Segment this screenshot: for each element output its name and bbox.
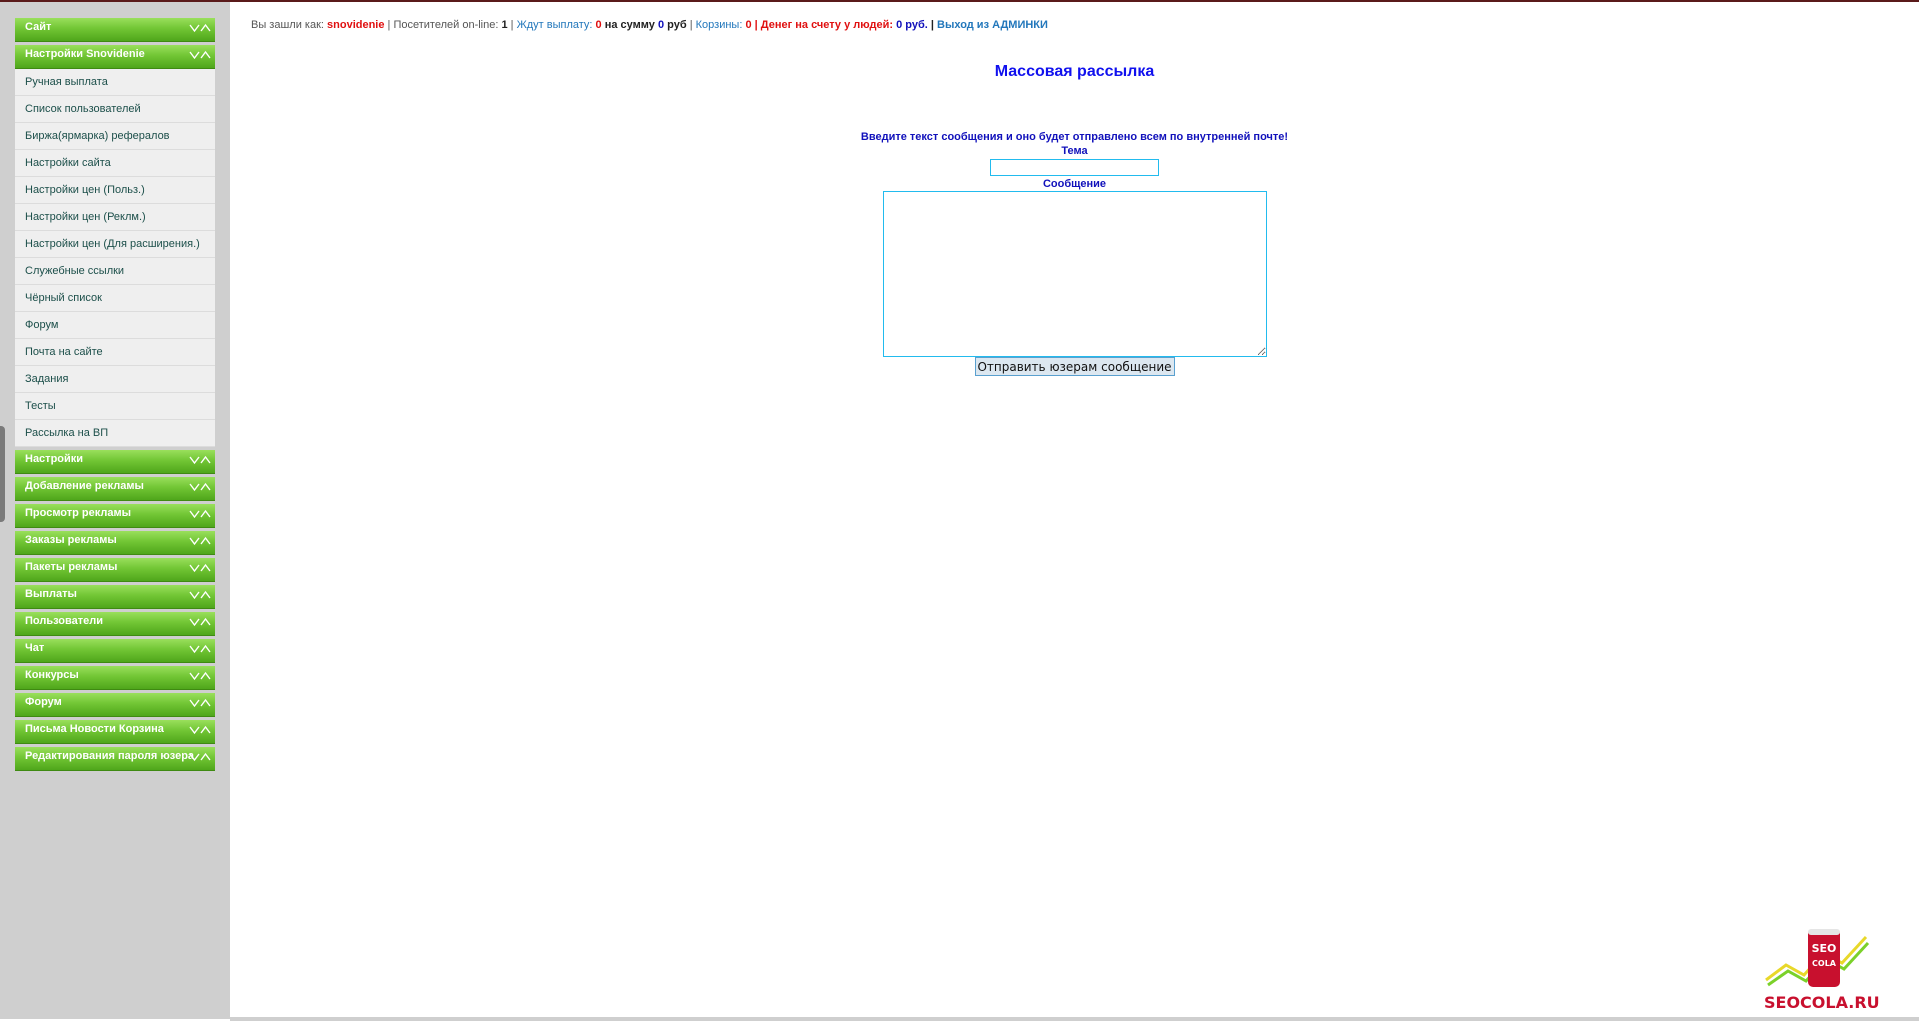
awaiting-payout-link[interactable]: Ждут выплату: xyxy=(517,19,593,31)
menu-item-forum[interactable]: Форум xyxy=(15,312,215,339)
sidebar-toggle-handle[interactable] xyxy=(0,426,5,522)
menu-group-label: Письма Новости Корзина xyxy=(25,723,164,735)
visitors-online-count: 1 xyxy=(501,19,508,31)
menu-item-price-settings-extension[interactable]: Настройки цен (Для расширения.) xyxy=(15,231,215,258)
menu-group-forum[interactable]: Форум xyxy=(15,693,215,717)
expand-collapse-arrows-icon[interactable] xyxy=(189,507,211,521)
menu-group-label: Чат xyxy=(25,642,45,654)
menu-group-ad-orders[interactable]: Заказы рекламы xyxy=(15,531,215,555)
form-instructions: Введите текст сообщения и оно будет отпр… xyxy=(860,131,1289,143)
payout-sum-value: 0 xyxy=(657,19,665,31)
menu-group-chat[interactable]: Чат xyxy=(15,639,215,663)
expand-collapse-arrows-icon[interactable] xyxy=(189,480,211,494)
menu-item-blacklist[interactable]: Чёрный список xyxy=(15,285,215,312)
menu-item-tests[interactable]: Тесты xyxy=(15,393,215,420)
currency-label: руб xyxy=(667,19,687,31)
menu-item-service-links[interactable]: Служебные ссылки xyxy=(15,258,215,285)
carts-count: 0 xyxy=(745,19,752,31)
menu-group-payouts[interactable]: Выплаты xyxy=(15,585,215,609)
menu-group-label: Настройки Snovidenie xyxy=(25,48,145,60)
expand-collapse-arrows-icon[interactable] xyxy=(189,723,211,737)
admin-status-bar: Вы зашли как: snovidenie | Посетителей o… xyxy=(251,19,1048,31)
menu-group-view-ads[interactable]: Просмотр рекламы xyxy=(15,504,215,528)
message-textarea[interactable] xyxy=(882,191,1267,357)
logo-can-text-cola: COLA xyxy=(1812,959,1837,968)
menu-group-label: Выплаты xyxy=(25,588,77,600)
menu-group-label: Сайт xyxy=(25,21,52,33)
menu-item-tasks[interactable]: Задания xyxy=(15,366,215,393)
logged-in-as-label: Вы зашли как: xyxy=(251,19,324,31)
separator: | xyxy=(387,19,391,31)
menu-item-site-mail[interactable]: Почта на сайте xyxy=(15,339,215,366)
expand-collapse-arrows-icon[interactable] xyxy=(189,534,211,548)
menu-group-site[interactable]: Сайт xyxy=(15,18,215,42)
menu-group-label: Пакеты рекламы xyxy=(25,561,118,573)
expand-collapse-arrows-icon[interactable] xyxy=(189,696,211,710)
expand-collapse-arrows-icon[interactable] xyxy=(189,642,211,656)
expand-collapse-arrows-icon[interactable] xyxy=(189,561,211,575)
subject-input[interactable] xyxy=(990,159,1159,176)
logo-can-text-seo: SEO xyxy=(1812,942,1837,955)
menu-group-label: Форум xyxy=(25,696,62,708)
menu-group-label: Добавление рекламы xyxy=(25,480,144,492)
page-title: Массовая рассылка xyxy=(994,63,1155,80)
mass-mailing-form: Введите текст сообщения и оно будет отпр… xyxy=(230,130,1919,376)
message-label: Сообщение xyxy=(1042,178,1107,190)
admin-menu: Сайт Настройки Snovidenie Ручная выплата… xyxy=(15,18,215,774)
awaiting-payout-count: 0 xyxy=(595,19,602,31)
menu-group-label: Редактирования пароля юзера xyxy=(25,750,195,762)
menu-group-add-ads[interactable]: Добавление рекламы xyxy=(15,477,215,501)
separator: | xyxy=(510,19,514,31)
menu-group-user-password-edit[interactable]: Редактирования пароля юзера xyxy=(15,747,215,771)
menu-group-label: Заказы рекламы xyxy=(25,534,117,546)
menu-group-label: Просмотр рекламы xyxy=(25,507,132,519)
menu-item-price-settings-users[interactable]: Настройки цен (Польз.) xyxy=(15,177,215,204)
menu-item-internal-mail-broadcast[interactable]: Рассылка на ВП xyxy=(15,420,215,447)
visitors-online-label: Посетителей on-line: xyxy=(393,19,499,31)
menu-item-user-list[interactable]: Список пользователей xyxy=(15,96,215,123)
menu-group-label: Конкурсы xyxy=(25,669,79,681)
username: snovidenie xyxy=(327,19,385,31)
top-border-strip xyxy=(0,0,1919,2)
menu-item-manual-payout[interactable]: Ручная выплата xyxy=(15,69,215,96)
expand-collapse-arrows-icon[interactable] xyxy=(189,453,211,467)
expand-collapse-arrows-icon[interactable] xyxy=(189,588,211,602)
menu-group-label: Пользователи xyxy=(25,615,104,627)
seocola-logo-text: SEOCOLA.RU xyxy=(1764,993,1880,1012)
menu-group-label: Настройки xyxy=(25,453,84,465)
menu-group-ad-packages[interactable]: Пакеты рекламы xyxy=(15,558,215,582)
expand-collapse-arrows-icon[interactable] xyxy=(189,21,211,35)
menu-group-users[interactable]: Пользователи xyxy=(15,612,215,636)
expand-collapse-arrows-icon[interactable] xyxy=(189,615,211,629)
menu-group-snovidenie-settings[interactable]: Настройки Snovidenie xyxy=(15,45,215,69)
user-balance-value: 0 руб. xyxy=(896,19,928,31)
admin-sidebar: Сайт Настройки Snovidenie Ручная выплата… xyxy=(0,2,230,1019)
bottom-border-strip xyxy=(230,1017,1919,1021)
expand-collapse-arrows-icon[interactable] xyxy=(189,669,211,683)
menu-item-referral-exchange[interactable]: Биржа(ярмарка) рефералов xyxy=(15,123,215,150)
menu-group-letters-news-cart[interactable]: Письма Новости Корзина xyxy=(15,720,215,744)
menu-submenu-snovidenie: Ручная выплата Список пользователей Бирж… xyxy=(15,69,215,447)
subject-label: Тема xyxy=(1061,145,1088,157)
menu-group-contests[interactable]: Конкурсы xyxy=(15,666,215,690)
separator: | xyxy=(689,19,693,31)
expand-collapse-arrows-icon[interactable] xyxy=(189,48,211,62)
menu-item-site-settings[interactable]: Настройки сайта xyxy=(15,150,215,177)
expand-collapse-arrows-icon[interactable] xyxy=(189,750,211,764)
user-balance-label: | Денег на счету у людей: xyxy=(754,19,894,31)
admin-logout-link[interactable]: Выход из АДМИНКИ xyxy=(937,19,1048,31)
menu-group-settings[interactable]: Настройки xyxy=(15,450,215,474)
menu-item-price-settings-ads[interactable]: Настройки цен (Реклм.) xyxy=(15,204,215,231)
payout-sum-label: на сумму xyxy=(604,19,655,31)
separator: | xyxy=(930,19,934,31)
carts-link[interactable]: Корзины: xyxy=(696,19,743,31)
send-to-users-button[interactable]: Отправить юзерам сообщение xyxy=(974,357,1175,376)
